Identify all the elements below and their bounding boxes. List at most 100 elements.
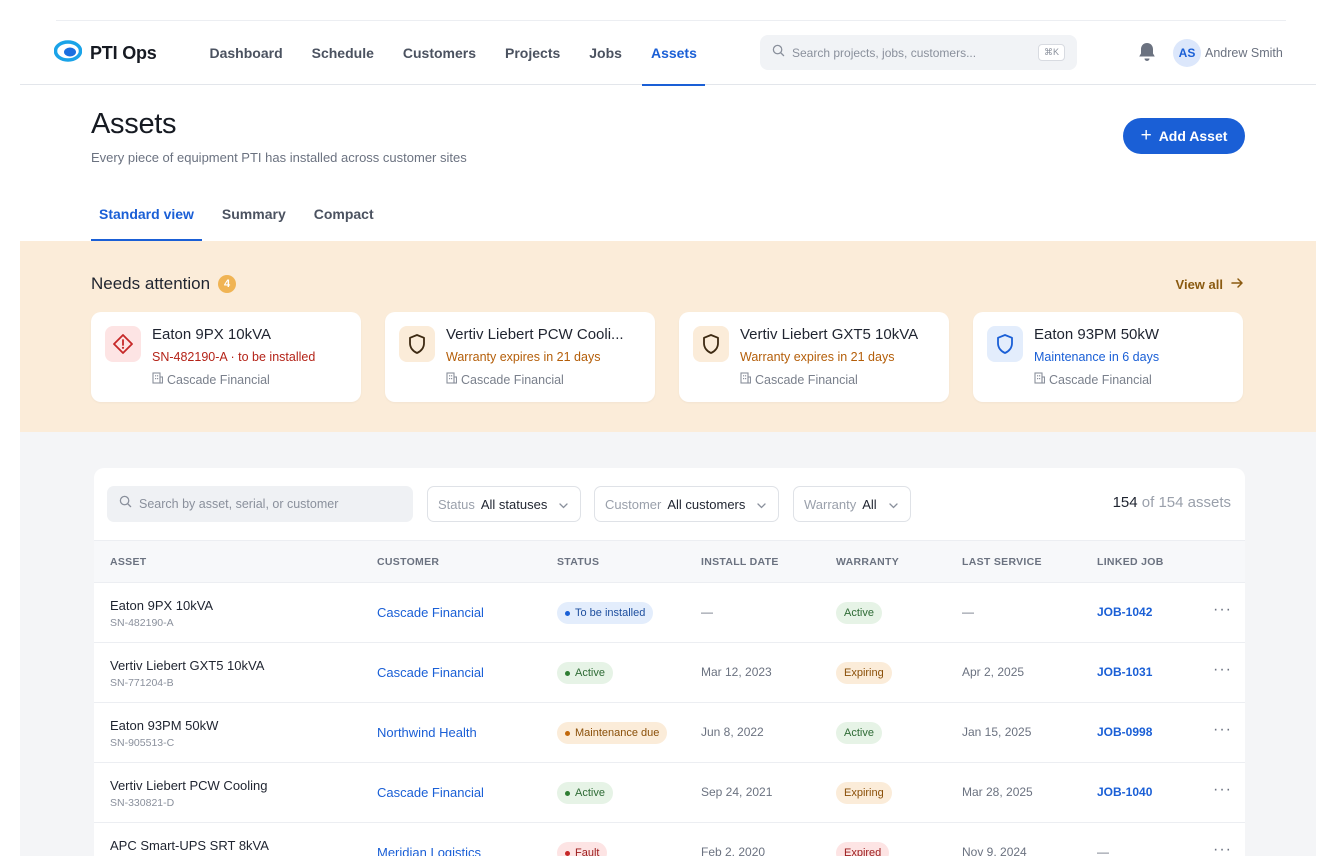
nav-item-projects[interactable]: Projects xyxy=(491,21,575,85)
table-search[interactable] xyxy=(107,486,413,522)
customer-filter[interactable]: Customer All customers xyxy=(594,486,780,522)
status-badge: Fault xyxy=(557,842,608,856)
attention-card-customer: Cascade Financial xyxy=(1034,372,1152,387)
tab-standard-view[interactable]: Standard view xyxy=(91,186,202,241)
warranty-filter-value: All xyxy=(862,496,877,512)
view-tabs: Standard view Summary Compact xyxy=(91,186,394,241)
attention-card-status: SN-482190-A · to be installed xyxy=(152,350,316,364)
table-row[interactable]: Vertiv Liebert GXT5 10kVA SN-771204-B Ca… xyxy=(94,643,1245,703)
customer-link[interactable]: Cascade Financial xyxy=(377,605,484,620)
needs-attention-heading: Needs attention 4 xyxy=(91,274,237,294)
add-asset-button[interactable]: + Add Asset xyxy=(1123,118,1245,154)
user-avatar[interactable]: AS xyxy=(1173,39,1201,67)
tab-compact[interactable]: Compact xyxy=(306,186,382,241)
chevron-down-icon xyxy=(559,497,568,512)
attention-card-customer: Cascade Financial xyxy=(740,372,858,387)
more-options-icon[interactable]: ··· xyxy=(1213,661,1232,679)
attention-card-customer-label: Cascade Financial xyxy=(1049,372,1152,387)
status-filter[interactable]: Status All statuses xyxy=(427,486,582,522)
attention-card-customer: Cascade Financial xyxy=(152,372,270,387)
column-header-last-service[interactable]: LAST SERVICE xyxy=(962,556,1042,568)
attention-card[interactable]: Eaton 93PM 50kW Maintenance in 6 days Ca… xyxy=(973,312,1243,402)
tab-summary[interactable]: Summary xyxy=(214,186,294,241)
global-search-input[interactable] xyxy=(792,45,1032,60)
customer-link[interactable]: Meridian Logistics xyxy=(377,845,481,856)
global-search[interactable]: ⌘K xyxy=(760,35,1077,70)
status-dot xyxy=(565,730,570,736)
status-dot xyxy=(565,850,570,856)
needs-attention-title: Needs attention xyxy=(91,274,211,293)
asset-serial: SN-330821-D xyxy=(110,797,175,809)
column-header-linked-job[interactable]: LINKED JOB xyxy=(1097,556,1164,568)
warranty-filter[interactable]: Warranty All xyxy=(793,486,911,522)
nav-item-schedule[interactable]: Schedule xyxy=(297,21,388,85)
attention-card-name: Vertiv Liebert PCW Cooli... xyxy=(446,326,624,343)
nav-item-jobs[interactable]: Jobs xyxy=(575,21,637,85)
table-row[interactable]: APC Smart-UPS SRT 8kVA Meridian Logistic… xyxy=(94,823,1245,856)
more-options-icon[interactable]: ··· xyxy=(1213,781,1232,799)
customer-link[interactable]: Cascade Financial xyxy=(377,785,484,800)
status-badge: Maintenance due xyxy=(557,722,668,744)
attention-card-customer-label: Cascade Financial xyxy=(755,372,858,387)
attention-count-badge: 4 xyxy=(218,275,237,293)
warranty-badge: Expiring xyxy=(836,662,892,684)
table-search-input[interactable] xyxy=(139,497,399,511)
column-header-install-date[interactable]: INSTALL DATE xyxy=(701,556,779,568)
search-shortcut-hint: ⌘K xyxy=(1037,44,1065,61)
column-header-status[interactable]: STATUS xyxy=(557,556,599,568)
more-options-icon[interactable]: ··· xyxy=(1213,601,1232,619)
nav-item-dashboard[interactable]: Dashboard xyxy=(195,21,297,85)
logo-icon xyxy=(53,40,83,67)
customer-link[interactable]: Northwind Health xyxy=(377,725,477,740)
building-icon xyxy=(740,372,752,387)
column-header-warranty[interactable]: WARRANTY xyxy=(836,556,899,568)
linked-job-link[interactable]: — xyxy=(1097,845,1109,856)
last-service-date: Apr 2, 2025 xyxy=(962,665,1025,679)
nav-item-assets[interactable]: Assets xyxy=(636,21,711,86)
alert-icon xyxy=(105,326,141,362)
customer-link[interactable]: Cascade Financial xyxy=(377,665,484,680)
view-all-label: View all xyxy=(1175,277,1223,292)
attention-card-name: Vertiv Liebert GXT5 10kVA xyxy=(740,326,919,343)
status-dot xyxy=(565,670,570,676)
bell-icon[interactable] xyxy=(1137,41,1157,68)
attention-card-customer-label: Cascade Financial xyxy=(461,372,564,387)
linked-job-link[interactable]: JOB-1042 xyxy=(1097,605,1152,619)
shield-icon xyxy=(399,326,435,362)
linked-job-link[interactable]: JOB-1040 xyxy=(1097,785,1152,799)
table-row[interactable]: Eaton 93PM 50kW SN-905513-C Northwind He… xyxy=(94,703,1245,763)
top-nav: PTI Ops Dashboard Schedule Customers Pro… xyxy=(20,21,1316,86)
status-dot xyxy=(565,790,570,796)
warranty-badge: Active xyxy=(836,722,882,744)
linked-job-link[interactable]: JOB-1031 xyxy=(1097,665,1152,679)
column-header-customer[interactable]: CUSTOMER xyxy=(377,556,439,568)
install-date: Feb 2, 2020 xyxy=(701,845,766,856)
last-service-date: Mar 28, 2025 xyxy=(962,785,1033,799)
nav-item-customers[interactable]: Customers xyxy=(388,21,490,85)
user-name[interactable]: Andrew Smith xyxy=(1205,46,1283,60)
asset-count-total: of 154 assets xyxy=(1141,494,1231,511)
attention-card[interactable]: Eaton 9PX 10kVA SN-482190-A · to be inst… xyxy=(91,312,361,402)
install-date: Mar 12, 2023 xyxy=(701,665,772,679)
asset-name: Eaton 93PM 50kW xyxy=(110,718,219,733)
column-header-asset[interactable]: ASSET xyxy=(110,556,147,568)
page-subtitle: Every piece of equipment PTI has install… xyxy=(91,150,467,165)
search-icon xyxy=(772,44,785,62)
attention-card-customer: Cascade Financial xyxy=(446,372,564,387)
attention-card[interactable]: Vertiv Liebert PCW Cooli... Warranty exp… xyxy=(385,312,655,402)
last-service-date: — xyxy=(962,605,974,619)
app-logo[interactable]: PTI Ops xyxy=(53,40,157,67)
table-row[interactable]: Vertiv Liebert PCW Cooling SN-330821-D C… xyxy=(94,763,1245,823)
asset-serial: SN-905513-C xyxy=(110,737,175,749)
more-options-icon[interactable]: ··· xyxy=(1213,721,1232,739)
more-options-icon[interactable]: ··· xyxy=(1213,841,1232,856)
view-all-link[interactable]: View all xyxy=(1176,277,1244,292)
linked-job-link[interactable]: JOB-0998 xyxy=(1097,725,1152,739)
customer-filter-value: All customers xyxy=(667,496,746,512)
attention-card-status: Maintenance in 6 days xyxy=(1034,350,1160,364)
status-filter-label: Status xyxy=(438,496,475,512)
install-date: Sep 24, 2021 xyxy=(701,785,773,799)
attention-card[interactable]: Vertiv Liebert GXT5 10kVA Warranty expir… xyxy=(679,312,949,402)
warranty-badge: Expired xyxy=(836,842,890,856)
table-row[interactable]: Eaton 9PX 10kVA SN-482190-A Cascade Fina… xyxy=(94,583,1245,643)
